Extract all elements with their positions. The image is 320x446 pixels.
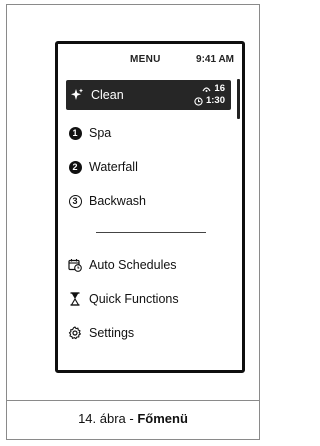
controller-screen: MENU 9:41 AM Clean 16 1:30 1 Spa 2 Water… xyxy=(55,41,245,373)
menu-item-backwash[interactable]: 3 Backwash xyxy=(66,186,231,216)
calendar-clock-icon xyxy=(66,256,84,274)
menu-item-label: Settings xyxy=(89,326,135,340)
figure-caption: 14. ábra - Főmenü xyxy=(7,411,259,426)
clean-meta: 16 1:30 xyxy=(194,83,225,107)
figure-frame: MENU 9:41 AM Clean 16 1:30 1 Spa 2 Water… xyxy=(6,4,260,440)
menu-item-label: Backwash xyxy=(89,194,146,208)
menu-item-clean[interactable]: Clean 16 1:30 xyxy=(66,80,231,110)
caption-title: Főmenü xyxy=(137,411,188,426)
menu-item-label: Clean xyxy=(91,88,124,102)
menu-item-auto-schedules[interactable]: Auto Schedules xyxy=(66,250,231,280)
hourglass-icon xyxy=(66,290,84,308)
menu-divider xyxy=(96,232,206,233)
status-bar: MENU 9:41 AM xyxy=(58,54,234,68)
clock-icon xyxy=(194,96,203,106)
menu-item-label: Waterfall xyxy=(89,160,138,174)
duration: 1:30 xyxy=(205,95,225,106)
gear-icon xyxy=(66,324,84,342)
menu-item-label: Auto Schedules xyxy=(89,258,177,272)
sparkle-icon xyxy=(68,86,86,104)
menu-item-settings[interactable]: Settings xyxy=(66,318,231,348)
number-2-icon: 2 xyxy=(66,158,84,176)
screen-title: MENU xyxy=(130,54,161,65)
scrollbar[interactable] xyxy=(237,79,240,119)
menu-item-waterfall[interactable]: 2 Waterfall xyxy=(66,152,231,182)
menu-item-label: Spa xyxy=(89,126,112,140)
caption-divider xyxy=(7,400,259,401)
menu-item-label: Quick Functions xyxy=(89,292,179,306)
menu-item-quick-functions[interactable]: Quick Functions xyxy=(66,284,231,314)
caption-prefix: 14. ábra - xyxy=(78,411,138,426)
pump-speed-icon xyxy=(202,87,211,92)
pump-speed: 16 xyxy=(214,83,225,94)
number-1-icon: 1 xyxy=(66,124,84,142)
clock: 9:41 AM xyxy=(196,54,234,65)
menu-item-spa[interactable]: 1 Spa xyxy=(66,118,231,148)
number-3-icon: 3 xyxy=(66,192,84,210)
